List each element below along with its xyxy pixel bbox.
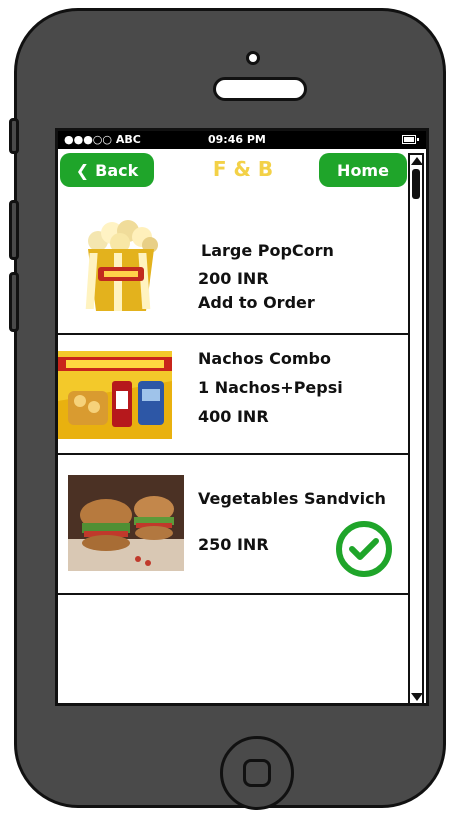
page-title: F & B — [212, 157, 274, 181]
popcorn-image — [85, 220, 158, 311]
scroll-thumb[interactable] — [412, 169, 420, 199]
home-square-icon — [243, 759, 271, 787]
item-name: Large PopCorn — [201, 241, 334, 260]
sandwich-image — [68, 475, 184, 571]
back-button[interactable]: ❮ Back — [60, 153, 154, 187]
status-bar: ●●●○○ ABC 09:46 PM — [58, 131, 426, 149]
check-glyph — [349, 538, 379, 560]
mute-switch — [9, 118, 19, 154]
list-item[interactable]: Vegetables Sandvich 250 INR — [58, 455, 410, 595]
camera-icon — [246, 51, 260, 65]
volume-up-button — [9, 200, 19, 260]
item-price: 200 INR — [198, 269, 269, 288]
list-item[interactable]: Nachos Combo 1 Nachos+Pepsi 400 INR — [58, 335, 410, 455]
checkmark-icon[interactable] — [336, 521, 392, 577]
scroll-up-arrow-icon[interactable] — [411, 157, 423, 165]
volume-down-button — [9, 272, 19, 332]
home-button-label: Home — [337, 160, 389, 180]
scroll-down-arrow-icon[interactable] — [411, 693, 423, 701]
item-name: Vegetables Sandvich — [198, 489, 386, 508]
phone-screen: ●●●○○ ABC 09:46 PM ❮ Back F & B Home Lar… — [55, 128, 429, 706]
item-price: 400 INR — [198, 407, 269, 426]
vertical-scrollbar[interactable] — [408, 153, 424, 703]
carrier-signal: ●●●○○ ABC — [64, 133, 141, 146]
hardware-home-button[interactable] — [220, 736, 294, 810]
status-time: 09:46 PM — [208, 133, 266, 146]
battery-icon — [402, 135, 419, 144]
chevron-left-icon: ❮ — [75, 160, 90, 180]
home-button[interactable]: Home — [319, 153, 407, 187]
nachos-combo-image — [58, 351, 172, 439]
list-item[interactable]: Large PopCorn 200 INR Add to Order — [58, 189, 410, 335]
item-price: 250 INR — [198, 535, 269, 554]
back-button-label: Back — [95, 160, 139, 180]
item-name: Nachos Combo — [198, 349, 331, 368]
speaker-grille — [213, 77, 307, 101]
item-description: 1 Nachos+Pepsi — [198, 378, 343, 397]
add-to-order-link[interactable]: Add to Order — [198, 293, 315, 312]
